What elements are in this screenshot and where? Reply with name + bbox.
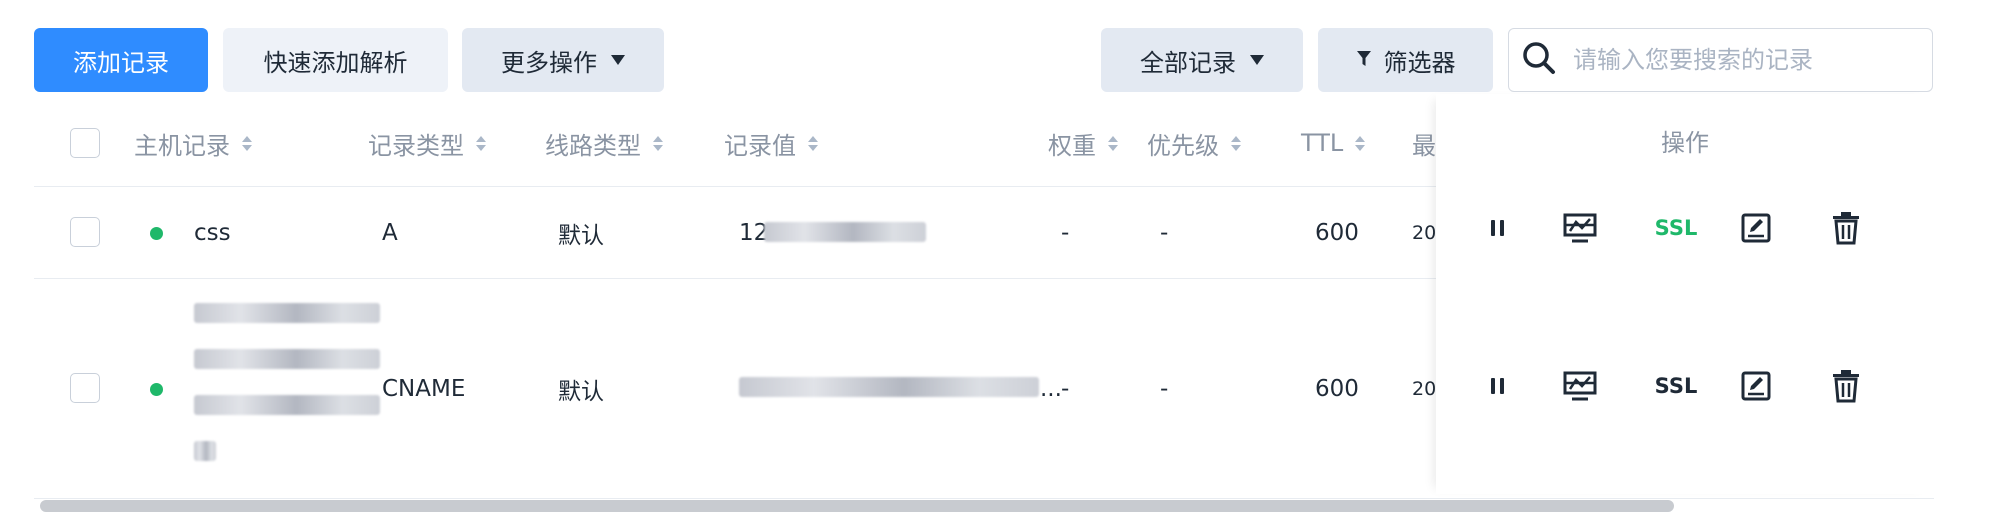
last-modified-cell: 20: [1412, 222, 1437, 244]
weight-cell: -: [1061, 376, 1070, 402]
monitor-icon[interactable]: [1560, 208, 1600, 248]
redacted-value: [739, 377, 1039, 397]
filter-label: 筛选器: [1383, 48, 1456, 77]
sort-icon: [1231, 135, 1241, 151]
col-host-label: 主机记录: [134, 131, 230, 160]
ttl-cell: 600: [1315, 376, 1359, 402]
all-records-dropdown[interactable]: 全部记录: [1101, 28, 1303, 92]
sort-icon: [1108, 135, 1118, 151]
sort-icon: [1355, 135, 1366, 151]
dns-records-page: 添加记录 快速添加解析 更多操作 全部记录 筛选器 请输入您要搜索的记录 主机记…: [0, 0, 1999, 527]
trash-icon[interactable]: [1826, 208, 1866, 248]
quick-add-label: 快速添加解析: [263, 48, 408, 77]
host-cell: css: [194, 220, 231, 246]
search-input[interactable]: [1571, 45, 1915, 75]
ssl-button[interactable]: SSL: [1646, 366, 1706, 406]
col-type-label: 记录类型: [368, 131, 464, 160]
add-record-label: 添加记录: [73, 48, 169, 77]
row-checkbox[interactable]: [70, 373, 100, 403]
col-weight-label: 权重: [1048, 131, 1096, 160]
ssl-label: SSL: [1654, 374, 1698, 398]
caret-down-icon: [611, 55, 625, 65]
monitor-icon[interactable]: [1560, 366, 1600, 406]
redacted-host-line: [194, 349, 380, 369]
all-records-label: 全部记录: [1140, 48, 1236, 77]
priority-cell: -: [1160, 376, 1169, 402]
sort-icon: [808, 135, 818, 151]
row-checkbox[interactable]: [70, 217, 100, 247]
redacted-host-line: [194, 395, 380, 415]
trash-icon[interactable]: [1826, 366, 1866, 406]
col-ttl-label: TTL: [1301, 129, 1344, 157]
ssl-label: SSL: [1654, 216, 1698, 240]
col-header-last: 最: [1412, 100, 1436, 186]
select-all-checkbox[interactable]: [70, 128, 100, 158]
pause-icon[interactable]: [1478, 208, 1518, 248]
col-header-priority[interactable]: 优先级: [1147, 100, 1241, 186]
line-cell: 默认: [558, 223, 604, 249]
redacted-host-line: [194, 441, 216, 461]
col-header-type[interactable]: 记录类型: [368, 100, 486, 186]
more-ops-label: 更多操作: [501, 48, 597, 77]
status-dot: [150, 227, 163, 240]
value-ellipsis: ...: [1040, 376, 1062, 402]
type-cell: A: [382, 220, 398, 246]
col-value-label: 记录值: [724, 131, 796, 160]
edit-icon[interactable]: [1736, 366, 1776, 406]
sort-icon: [242, 135, 252, 151]
priority-cell: -: [1160, 220, 1169, 246]
filter-button[interactable]: 筛选器: [1318, 28, 1493, 92]
redacted-host-line: [194, 303, 380, 323]
ssl-button[interactable]: SSL: [1646, 208, 1706, 248]
type-cell: CNAME: [382, 376, 466, 402]
col-header-weight[interactable]: 权重: [1048, 100, 1118, 186]
col-line-label: 线路类型: [545, 131, 641, 160]
col-header-value[interactable]: 记录值: [724, 100, 818, 186]
weight-cell: -: [1061, 220, 1070, 246]
horizontal-scrollbar-thumb[interactable]: [40, 500, 1674, 512]
sort-icon: [476, 135, 486, 151]
add-record-button[interactable]: 添加记录: [34, 28, 208, 92]
col-header-host[interactable]: 主机记录: [134, 100, 252, 186]
caret-down-icon: [1250, 55, 1264, 65]
redacted-value: [764, 222, 926, 242]
pause-icon[interactable]: [1478, 366, 1518, 406]
quick-add-button[interactable]: 快速添加解析: [223, 28, 448, 92]
edit-icon[interactable]: [1736, 208, 1776, 248]
search-box: [1508, 28, 1933, 92]
status-dot: [150, 383, 163, 396]
sort-icon: [653, 135, 663, 151]
more-ops-dropdown[interactable]: 更多操作: [462, 28, 664, 92]
col-priority-label: 优先级: [1147, 131, 1219, 160]
last-modified-cell: 20: [1412, 378, 1437, 400]
toolbar: 添加记录 快速添加解析 更多操作 全部记录 筛选器: [0, 0, 1999, 100]
col-header-actions: 操作: [1661, 128, 1709, 157]
actions-column: 操作 SSL SSL: [1436, 94, 1934, 494]
search-icon: [1509, 40, 1557, 80]
col-header-ttl[interactable]: TTL: [1301, 100, 1366, 186]
line-cell: 默认: [558, 379, 604, 405]
filter-icon: [1356, 46, 1372, 74]
col-last-label: 最: [1412, 131, 1436, 160]
col-header-line[interactable]: 线路类型: [545, 100, 663, 186]
ttl-cell: 600: [1315, 220, 1359, 246]
